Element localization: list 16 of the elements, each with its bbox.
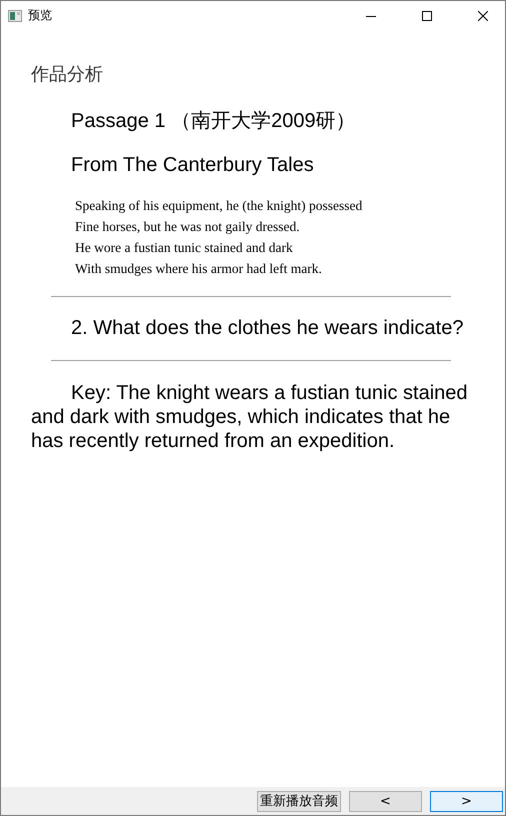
section-heading: 作品分析	[31, 63, 104, 86]
close-icon[interactable]	[478, 10, 488, 20]
maximize-icon[interactable]	[422, 10, 432, 20]
poem-line: With smudges where his armor had left mark.	[75, 260, 323, 278]
window-title: 预览	[28, 7, 52, 24]
poem-line: Fine horses, but he was not gaily dressed.	[75, 218, 301, 236]
replay-audio-button[interactable]: 重新播放音频	[257, 790, 341, 812]
app-icon	[8, 10, 22, 22]
source-title: From The Canterbury Tales	[71, 154, 315, 177]
poem-line: Speaking of his equipment, he (the knight) possessed	[75, 197, 364, 215]
next-button[interactable]: >	[430, 790, 503, 812]
answer-text: Key: The knight wears a fustian tunic stained and dark with smudges, which indicates that he has recently returned from an expedition.	[31, 381, 469, 453]
poem-line: He wore a fustian tunic stained and dark	[75, 239, 294, 257]
question-text: 2. What does the clothes he wears indicate?	[71, 317, 464, 340]
passage-title: Passage 1 （南开大学2009研）	[71, 109, 357, 134]
previous-button[interactable]: <	[349, 790, 422, 812]
